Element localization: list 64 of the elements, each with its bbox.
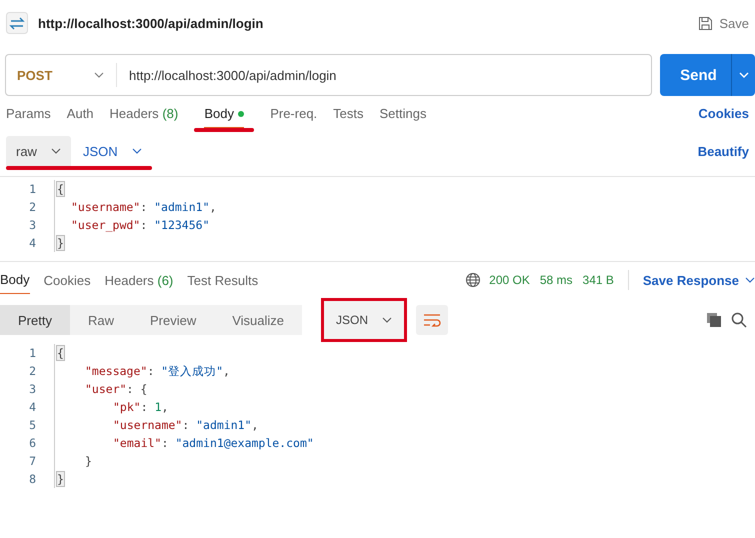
http-icon [6,12,28,34]
view-mode-tab[interactable]: Preview [132,305,214,335]
wrap-lines-button[interactable] [416,305,448,335]
line-number: 2 [28,200,37,214]
request-title: http://localhost:3000/api/admin/login [38,16,264,30]
format-dropdown[interactable]: JSON [321,298,408,342]
copy-icon[interactable] [706,312,722,328]
request-tab[interactable]: Headers (8) [110,106,178,127]
chevron-icon [745,277,755,283]
code-line: "user_pwd": "123456" [54,216,210,234]
chevron-icon [50,148,61,154]
code-line: } [54,452,92,470]
status-code: 200 OK [489,273,530,287]
code-line: "message": "登入成功", [54,362,230,380]
line-number: 8 [28,472,37,486]
chevron-icon [738,72,748,78]
chevron-icon [382,317,392,323]
code-line: { [54,180,64,198]
request-tab[interactable]: Tests [333,106,364,127]
save-button[interactable]: Save [698,16,749,30]
response-tab[interactable]: Headers (6) [104,266,174,294]
request-tab[interactable]: Settings [380,106,426,127]
method-dropdown[interactable]: POST [6,55,116,95]
line-number: 6 [28,436,37,450]
view-mode-tab[interactable]: Visualize [214,305,302,335]
save-response-button[interactable]: Save Response [642,272,755,288]
language-dropdown[interactable]: JSON [70,144,152,158]
request-tab[interactable]: Params [6,106,51,127]
line-number: 1 [28,346,37,360]
response-tab[interactable]: Cookies [44,266,91,294]
response-tab[interactable]: Body [0,266,30,294]
code-line: "user": { [54,380,148,398]
response-size: 341 B [582,273,614,287]
request-tab[interactable]: Auth [66,106,94,127]
response-time: 58 ms [540,273,573,287]
code-line: "pk": 1, [54,398,168,416]
line-number: 4 [28,400,37,414]
code-line: } [54,470,64,488]
chevron-icon [94,72,104,78]
globe-icon [465,272,482,288]
code-line: "username": "admin1", [54,416,258,434]
code-line: "username": "admin1", [54,198,216,216]
code-line: { [54,344,64,362]
search-icon[interactable] [731,312,747,328]
view-mode-tab[interactable]: Pretty [0,305,70,335]
cookies-link[interactable]: Cookies [698,106,749,121]
line-number: 1 [28,182,37,196]
line-number: 7 [28,454,37,468]
body-mode-dropdown[interactable]: raw [6,136,71,166]
line-number: 2 [28,364,37,378]
code-line: "email": "admin1@example.com" [54,434,314,452]
line-number: 4 [28,236,37,250]
request-bar[interactable]: POST http://localhost:3000/api/admin/login [5,54,652,96]
chevron-icon [132,148,142,154]
save-icon [698,16,714,30]
line-number: 3 [28,382,37,396]
view-mode-tab[interactable]: Raw [70,305,132,335]
line-number: 5 [28,418,37,432]
code-line: } [54,234,64,252]
line-number: 3 [28,218,37,232]
response-tab[interactable]: Test Results [187,266,258,294]
wrap-icon [423,313,442,327]
request-tab[interactable]: Pre-req. [270,106,318,127]
beautify-link[interactable]: Beautify [698,144,749,159]
